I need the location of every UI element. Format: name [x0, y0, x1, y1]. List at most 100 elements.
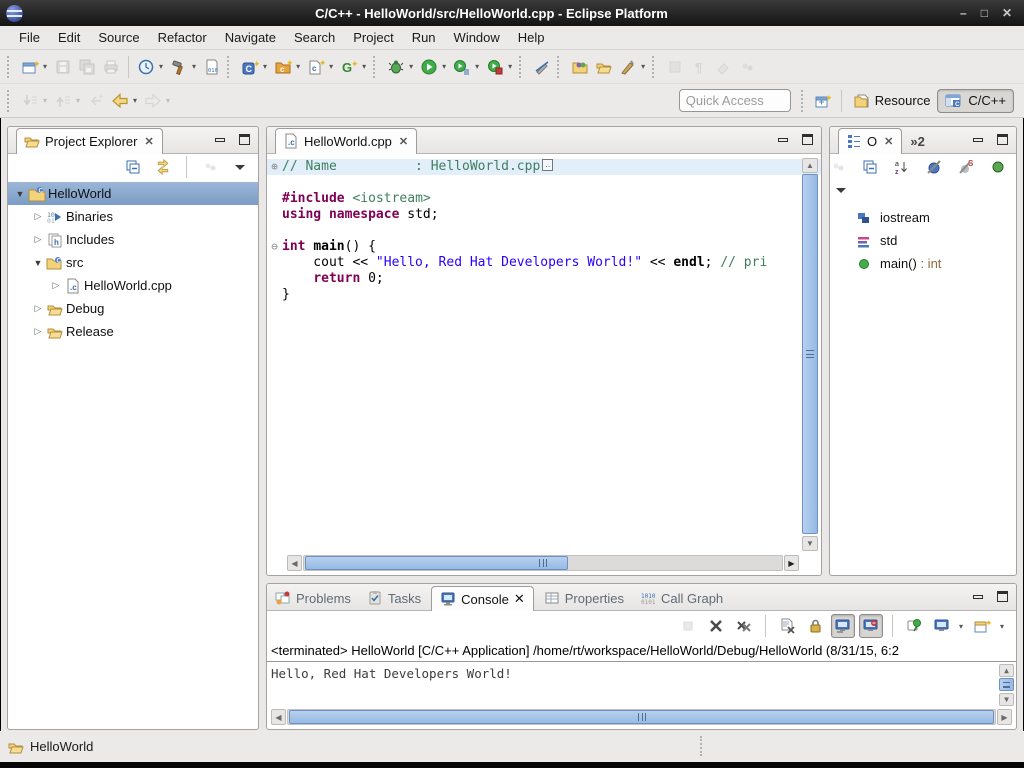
new-c-source-file-dropdown-icon[interactable]: ▾ [329, 62, 333, 71]
scroll-up-icon[interactable]: ▲ [999, 664, 1014, 677]
menu-project[interactable]: Project [344, 27, 402, 48]
console-area-tab-call-graph[interactable]: 10100101 Call Graph [632, 586, 731, 610]
perspective-cpp-button[interactable]: C C/C++ [937, 89, 1014, 113]
editor-horizontal-scrollbar[interactable]: ◀ ▶ [287, 555, 799, 571]
display-selected-console-button[interactable] [930, 614, 954, 638]
fold-toggle-icon[interactable]: ⊕ [267, 159, 282, 175]
tree-item-helloworld[interactable]: ▼C HelloWorld [8, 182, 258, 205]
remove-all-terminated-button[interactable] [732, 614, 756, 638]
open-console-button[interactable]: ✦ [971, 614, 995, 638]
display-selected-console-dropdown-icon[interactable]: ▾ [959, 622, 963, 631]
outline-item-main-[interactable]: main() : int [830, 252, 1016, 275]
tree-expander-closed-icon[interactable]: ▷ [30, 326, 46, 337]
code-generator-button[interactable]: G✦ [337, 55, 361, 79]
outline-tab[interactable]: O ✕ [838, 128, 902, 154]
perspective-resource-button[interactable]: Resource [847, 90, 938, 112]
menu-help[interactable]: Help [509, 27, 554, 48]
show-whitespace-button[interactable]: ¶ [687, 55, 711, 79]
code-generator-dropdown-icon[interactable]: ▾ [362, 62, 366, 71]
scroll-up-icon[interactable]: ▲ [802, 158, 818, 173]
editor-vertical-scrollbar[interactable]: ▲ ▼ [802, 158, 818, 551]
link-with-editor-button[interactable] [151, 155, 175, 179]
console-horizontal-scrollbar[interactable]: ◀ ▶ [271, 709, 1012, 725]
new-cpp-class-button[interactable]: c✦ [271, 55, 295, 79]
menu-source[interactable]: Source [89, 27, 148, 48]
forward-dropdown-icon[interactable]: ▾ [166, 96, 170, 105]
tree-expander-open-icon[interactable]: ▼ [12, 189, 28, 199]
new-wizard-dropdown-icon[interactable]: ▾ [43, 62, 47, 71]
tree-item-src[interactable]: ▼C src [8, 251, 258, 274]
save-button[interactable] [51, 55, 75, 79]
tree-item-release[interactable]: ▷ Release [8, 320, 258, 343]
scroll-down-icon[interactable]: ▼ [802, 536, 818, 551]
run-dropdown-icon[interactable]: ▾ [442, 62, 446, 71]
menu-refactor[interactable]: Refactor [149, 27, 216, 48]
hide-non-public-members-button[interactable] [986, 155, 1010, 179]
show-source-of-element-button[interactable] [663, 55, 687, 79]
pin-console-button[interactable] [902, 614, 926, 638]
profile-button[interactable] [483, 55, 507, 79]
minimize-view-button[interactable] [215, 138, 225, 142]
code-editor[interactable]: ⊕// Name : HelloWorld.cpp‥#include <iost… [267, 154, 821, 575]
tree-expander-closed-icon[interactable]: ▷ [30, 234, 46, 245]
show-console-on-stderr-button[interactable] [859, 614, 883, 638]
forward-button[interactable] [141, 89, 165, 113]
new-c-project-button[interactable]: C✦ [238, 55, 262, 79]
collapse-all-button[interactable] [121, 155, 145, 179]
scroll-left-icon[interactable]: ◀ [287, 555, 302, 571]
open-console-dropdown-icon[interactable]: ▾ [1000, 622, 1004, 631]
open-resource-button[interactable] [592, 55, 616, 79]
remove-launch-button[interactable] [704, 614, 728, 638]
print-button[interactable] [99, 55, 123, 79]
build-all-button[interactable] [167, 55, 191, 79]
terminate-button[interactable] [676, 614, 700, 638]
hide-fields-button[interactable] [922, 155, 946, 179]
scroll-right-icon[interactable]: ▶ [997, 709, 1012, 725]
show-console-on-stdout-button[interactable] [831, 614, 855, 638]
maximize-view-button[interactable] [997, 591, 1008, 602]
scroll-down-icon[interactable]: ▼ [999, 693, 1014, 706]
additional-actions-button[interactable] [198, 155, 222, 179]
console-vertical-scrollbar[interactable]: ▲ ▼ [999, 664, 1014, 706]
tree-expander-closed-icon[interactable]: ▷ [30, 211, 46, 222]
menu-file[interactable]: File [10, 27, 49, 48]
run-button[interactable] [417, 55, 441, 79]
open-perspective-button[interactable]: ✦ [812, 89, 836, 113]
project-explorer-tab[interactable]: Project Explorer ✕ [16, 128, 163, 154]
collapse-all-button[interactable] [858, 155, 882, 179]
sort-button[interactable]: az [890, 155, 914, 179]
console-area-tab-problems[interactable]: Problems [267, 586, 359, 610]
maximize-view-button[interactable] [997, 134, 1008, 145]
tree-item-helloworld-cpp[interactable]: ▷.c HelloWorld.cpp [8, 274, 258, 297]
menu-search[interactable]: Search [285, 27, 344, 48]
folded-region-icon[interactable]: ‥ [542, 159, 553, 171]
format-button[interactable] [711, 55, 735, 79]
debug-dropdown-icon[interactable]: ▾ [409, 62, 413, 71]
view-menu-icon[interactable] [836, 188, 846, 193]
outline-item-std[interactable]: std [830, 229, 1016, 252]
tree-expander-open-icon[interactable]: ▼ [30, 258, 46, 268]
new-c-project-dropdown-icon[interactable]: ▾ [263, 62, 267, 71]
search-dropdown-icon[interactable]: ▾ [641, 62, 645, 71]
maximize-editor-button[interactable] [802, 134, 813, 145]
tree-expander-closed-icon[interactable]: ▷ [48, 280, 64, 291]
build-target-dropdown-icon[interactable]: ▾ [159, 62, 163, 71]
binary-file-button[interactable]: 010 [200, 55, 224, 79]
open-element-button[interactable] [568, 55, 592, 79]
build-all-dropdown-icon[interactable]: ▾ [192, 62, 196, 71]
maximize-window-button[interactable]: □ [981, 0, 988, 26]
tree-item-debug[interactable]: ▷ Debug [8, 297, 258, 320]
debug-button[interactable] [384, 55, 408, 79]
minimize-view-button[interactable] [973, 595, 983, 599]
menu-edit[interactable]: Edit [49, 27, 89, 48]
editor-tab-helloworld-cpp[interactable]: .c HelloWorld.cpp ✕ [275, 128, 417, 154]
next-annotation-dropdown-icon[interactable]: ▾ [43, 96, 47, 105]
maximize-view-button[interactable] [239, 134, 250, 145]
run-external-tools-button[interactable] [450, 55, 474, 79]
tree-expander-closed-icon[interactable]: ▷ [30, 303, 46, 314]
new-c-source-file-button[interactable]: c✦ [304, 55, 328, 79]
quick-access-input[interactable] [679, 89, 791, 112]
back-dropdown-icon[interactable]: ▾ [133, 96, 137, 105]
menu-run[interactable]: Run [403, 27, 445, 48]
more-tools-button[interactable] [735, 55, 759, 79]
